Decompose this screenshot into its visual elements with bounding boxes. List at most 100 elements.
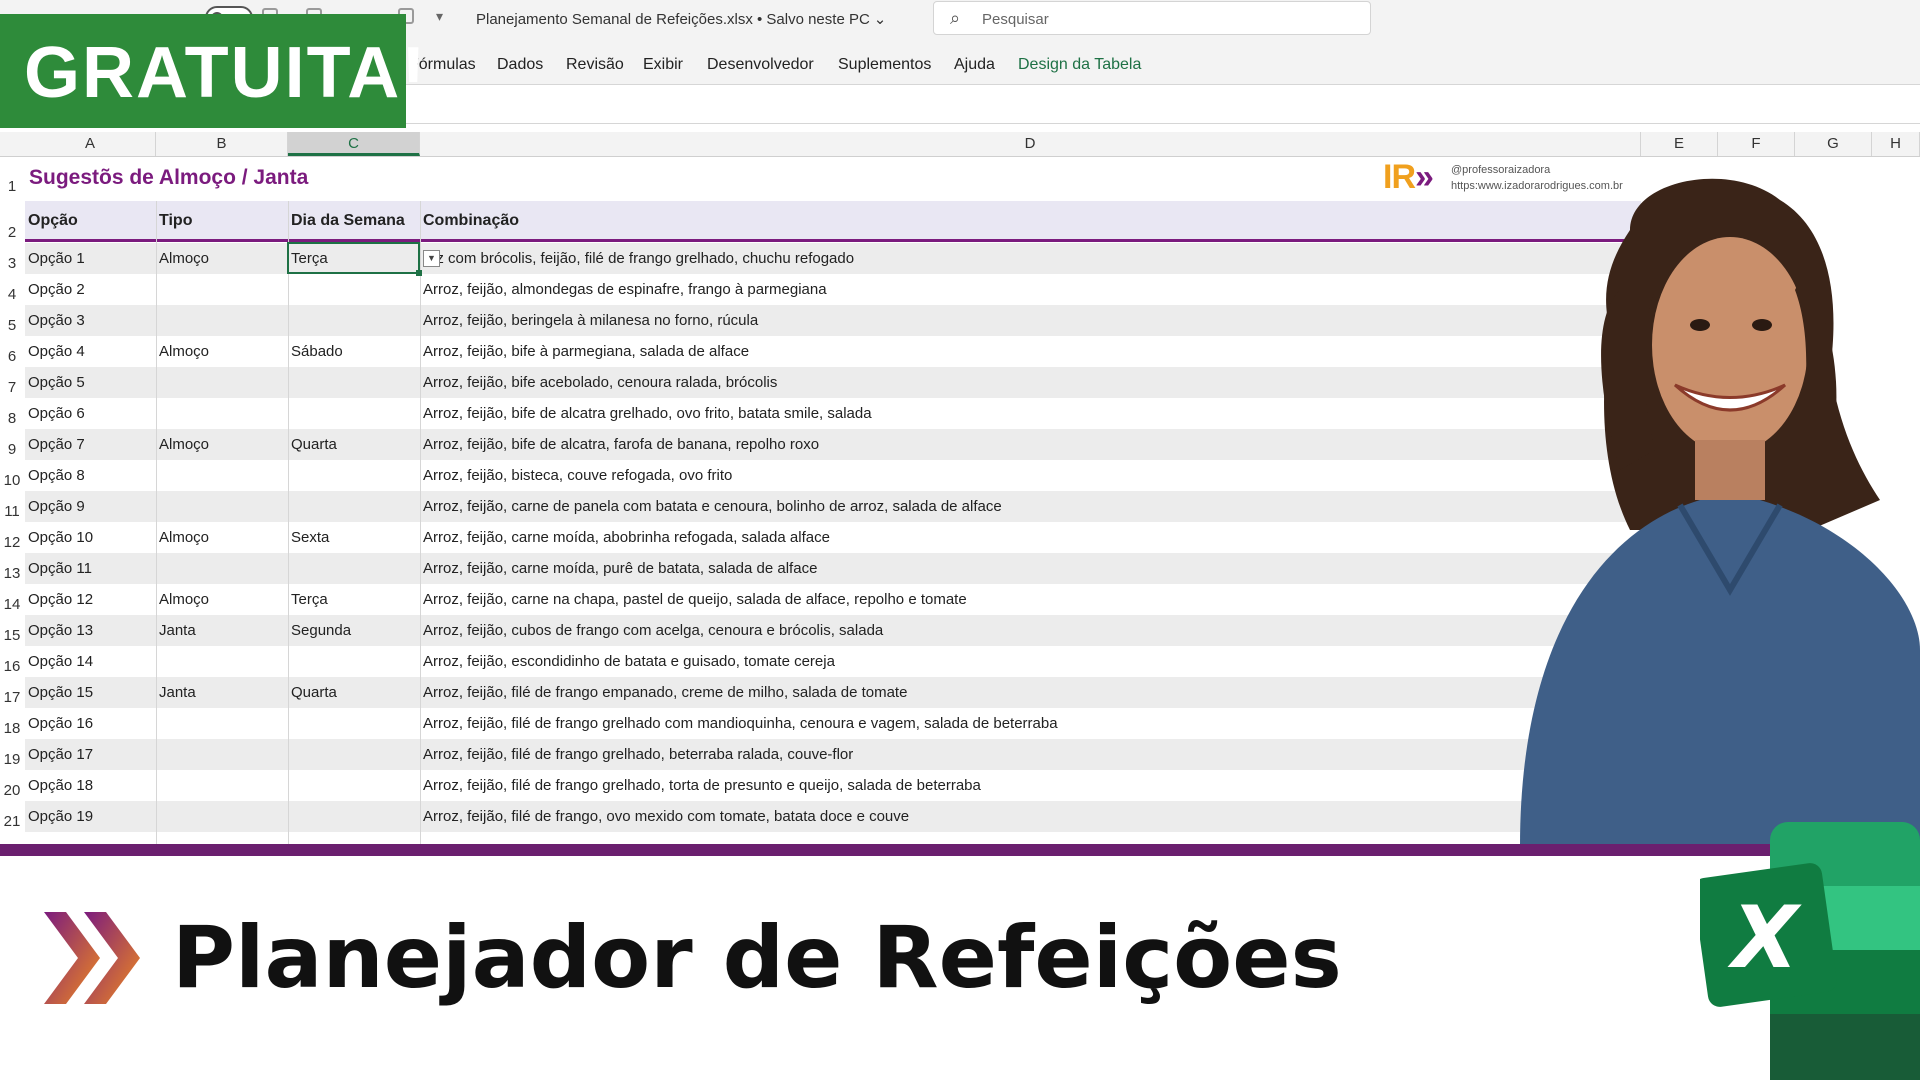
search-box[interactable]: ⌕ Pesquisar <box>933 1 1371 35</box>
cell-combinacao[interactable]: Arroz, feijão, bife de alcatra, farofa d… <box>423 436 819 453</box>
cell-opcao[interactable]: Opção 6 <box>28 405 85 422</box>
cell-opcao[interactable]: Opção 3 <box>28 312 85 329</box>
cell-combinacao[interactable]: Arroz, feijão, carne de panela com batat… <box>423 498 1002 515</box>
row-header[interactable]: 19 <box>0 751 24 768</box>
row-header[interactable]: 7 <box>0 379 24 396</box>
cell-opcao[interactable]: Opção 8 <box>28 467 85 484</box>
row-header[interactable]: 13 <box>0 565 24 582</box>
cell-opcao[interactable]: Opção 16 <box>28 715 93 732</box>
tab-revisao[interactable]: Revisão <box>566 56 624 74</box>
header-tipo[interactable]: Tipo <box>159 212 192 230</box>
row-header[interactable]: 20 <box>0 782 24 799</box>
cell-combinacao[interactable]: Arroz, feijão, filé de frango grelhado c… <box>423 715 1058 732</box>
column-header-e[interactable]: E <box>1641 132 1718 156</box>
cell-combinacao[interactable]: Arroz, feijão, filé de frango, ovo mexid… <box>423 808 909 825</box>
cell-combinacao[interactable]: Arroz, feijão, filé de frango grelhado, … <box>423 746 853 763</box>
header-opcao[interactable]: Opção <box>28 212 78 230</box>
row-header[interactable]: 6 <box>0 348 24 365</box>
cell-dia[interactable]: Segunda <box>291 622 351 639</box>
cell-opcao[interactable]: Opção 14 <box>28 653 93 670</box>
cell-combinacao[interactable]: Arroz, feijão, escondidinho de batata e … <box>423 653 835 670</box>
column-header-h[interactable]: H <box>1872 132 1920 156</box>
cell-opcao[interactable]: Opção 17 <box>28 746 93 763</box>
row-header[interactable]: 8 <box>0 410 24 427</box>
row-header[interactable]: 10 <box>0 472 24 489</box>
cell-opcao[interactable]: Opção 9 <box>28 498 85 515</box>
cell-combinacao[interactable]: Arroz, feijão, beringela à milanesa no f… <box>423 312 758 329</box>
header-dia-da-semana[interactable]: Dia da Semana <box>291 212 405 230</box>
row-header[interactable]: 9 <box>0 441 24 458</box>
cell-opcao[interactable]: Opção 12 <box>28 591 93 608</box>
cell-opcao[interactable]: Opção 10 <box>28 529 93 546</box>
column-header-f[interactable]: F <box>1718 132 1795 156</box>
cell-combinacao[interactable]: roz com brócolis, feijão, filé de frango… <box>423 250 854 267</box>
cell-opcao[interactable]: Opção 2 <box>28 281 85 298</box>
cell-opcao[interactable]: Opção 1 <box>28 250 85 267</box>
sheet-title[interactable]: Sugestõs de Almoço / Janta <box>29 166 308 190</box>
row-header[interactable]: 18 <box>0 720 24 737</box>
cell-combinacao[interactable]: Arroz, feijão, bife acebolado, cenoura r… <box>423 374 777 391</box>
search-placeholder: Pesquisar <box>982 11 1049 28</box>
cell-tipo[interactable]: Almoço <box>159 250 209 267</box>
cell-combinacao[interactable]: Arroz, feijão, filé de frango grelhado, … <box>423 777 981 794</box>
row-header[interactable]: 5 <box>0 317 24 334</box>
dropdown-arrow-icon[interactable]: ▼ <box>423 250 440 267</box>
row-header[interactable]: 15 <box>0 627 24 644</box>
row-header[interactable]: 11 <box>0 503 24 520</box>
cell-opcao[interactable]: Opção 11 <box>28 560 92 577</box>
column-header-b[interactable]: B <box>156 132 288 156</box>
cell-combinacao[interactable]: Arroz, feijão, carne moída, abobrinha re… <box>423 529 830 546</box>
cell-tipo[interactable]: Janta <box>159 684 196 701</box>
cell-tipo[interactable]: Almoço <box>159 343 209 360</box>
cell-dia[interactable]: Quarta <box>291 684 337 701</box>
cell-tipo[interactable]: Almoço <box>159 591 209 608</box>
cell-opcao[interactable]: Opção 13 <box>28 622 93 639</box>
tab-exibir[interactable]: Exibir <box>643 56 683 74</box>
cell-combinacao[interactable]: Arroz, feijão, bisteca, couve refogada, … <box>423 467 732 484</box>
tab-dados[interactable]: Dados <box>497 56 543 74</box>
active-cell-c3[interactable] <box>287 242 422 276</box>
column-header-g[interactable]: G <box>1795 132 1872 156</box>
column-header-d[interactable]: D <box>420 132 1641 156</box>
cell-dia[interactable]: Quarta <box>291 436 337 453</box>
presenter-photo <box>1520 178 1920 846</box>
cell-combinacao[interactable]: Arroz, feijão, carne na chapa, pastel de… <box>423 591 967 608</box>
cell-opcao[interactable]: Opção 15 <box>28 684 93 701</box>
cell-dia[interactable]: Sábado <box>291 343 343 360</box>
row-header[interactable]: 12 <box>0 534 24 551</box>
tab-suplementos[interactable]: Suplementos <box>838 56 931 74</box>
cell-tipo[interactable]: Almoço <box>159 529 209 546</box>
cell-tipo[interactable]: Almoço <box>159 436 209 453</box>
cell-combinacao[interactable]: Arroz, feijão, carne moída, purê de bata… <box>423 560 817 577</box>
cell-opcao[interactable]: Opção 5 <box>28 374 85 391</box>
cell-opcao[interactable]: Opção 4 <box>28 343 85 360</box>
row-header[interactable]: 16 <box>0 658 24 675</box>
row-header[interactable]: 21 <box>0 813 24 830</box>
document-title[interactable]: Planejamento Semanal de Refeições.xlsx •… <box>476 10 886 28</box>
column-header-c[interactable]: C <box>288 132 420 156</box>
tab-design-da-tabela[interactable]: Design da Tabela <box>1018 56 1141 74</box>
row-header[interactable]: 14 <box>0 596 24 613</box>
cell-opcao[interactable]: Opção 7 <box>28 436 85 453</box>
row-header[interactable]: 4 <box>0 286 24 303</box>
cell-combinacao[interactable]: Arroz, feijão, filé de frango empanado, … <box>423 684 907 701</box>
cell-opcao[interactable]: Opção 18 <box>28 777 93 794</box>
tab-desenvolvedor[interactable]: Desenvolvedor <box>707 56 814 74</box>
row-header[interactable]: 3 <box>0 255 24 272</box>
row-header[interactable]: 1 <box>0 178 24 195</box>
cell-tipo[interactable]: Janta <box>159 622 196 639</box>
column-header-a[interactable]: A <box>25 132 156 156</box>
row-header[interactable]: 17 <box>0 689 24 706</box>
row-header[interactable]: 2 <box>0 224 24 241</box>
header-combinacao[interactable]: Combinação <box>423 212 519 230</box>
cell-combinacao[interactable]: Arroz, feijão, cubos de frango com acelg… <box>423 622 883 639</box>
cell-dia[interactable]: Sexta <box>291 529 329 546</box>
cell-opcao[interactable]: Opção 19 <box>28 808 93 825</box>
cell-combinacao[interactable]: Arroz, feijão, bife à parmegiana, salada… <box>423 343 749 360</box>
tab-ajuda[interactable]: Ajuda <box>954 56 995 74</box>
customize-toolbar-icon[interactable]: ▾ <box>436 8 443 25</box>
free-badge: GRATUITA! <box>0 14 425 128</box>
cell-combinacao[interactable]: Arroz, feijão, almondegas de espinafre, … <box>423 281 827 298</box>
cell-dia[interactable]: Terça <box>291 591 328 608</box>
cell-combinacao[interactable]: Arroz, feijão, bife de alcatra grelhado,… <box>423 405 872 422</box>
